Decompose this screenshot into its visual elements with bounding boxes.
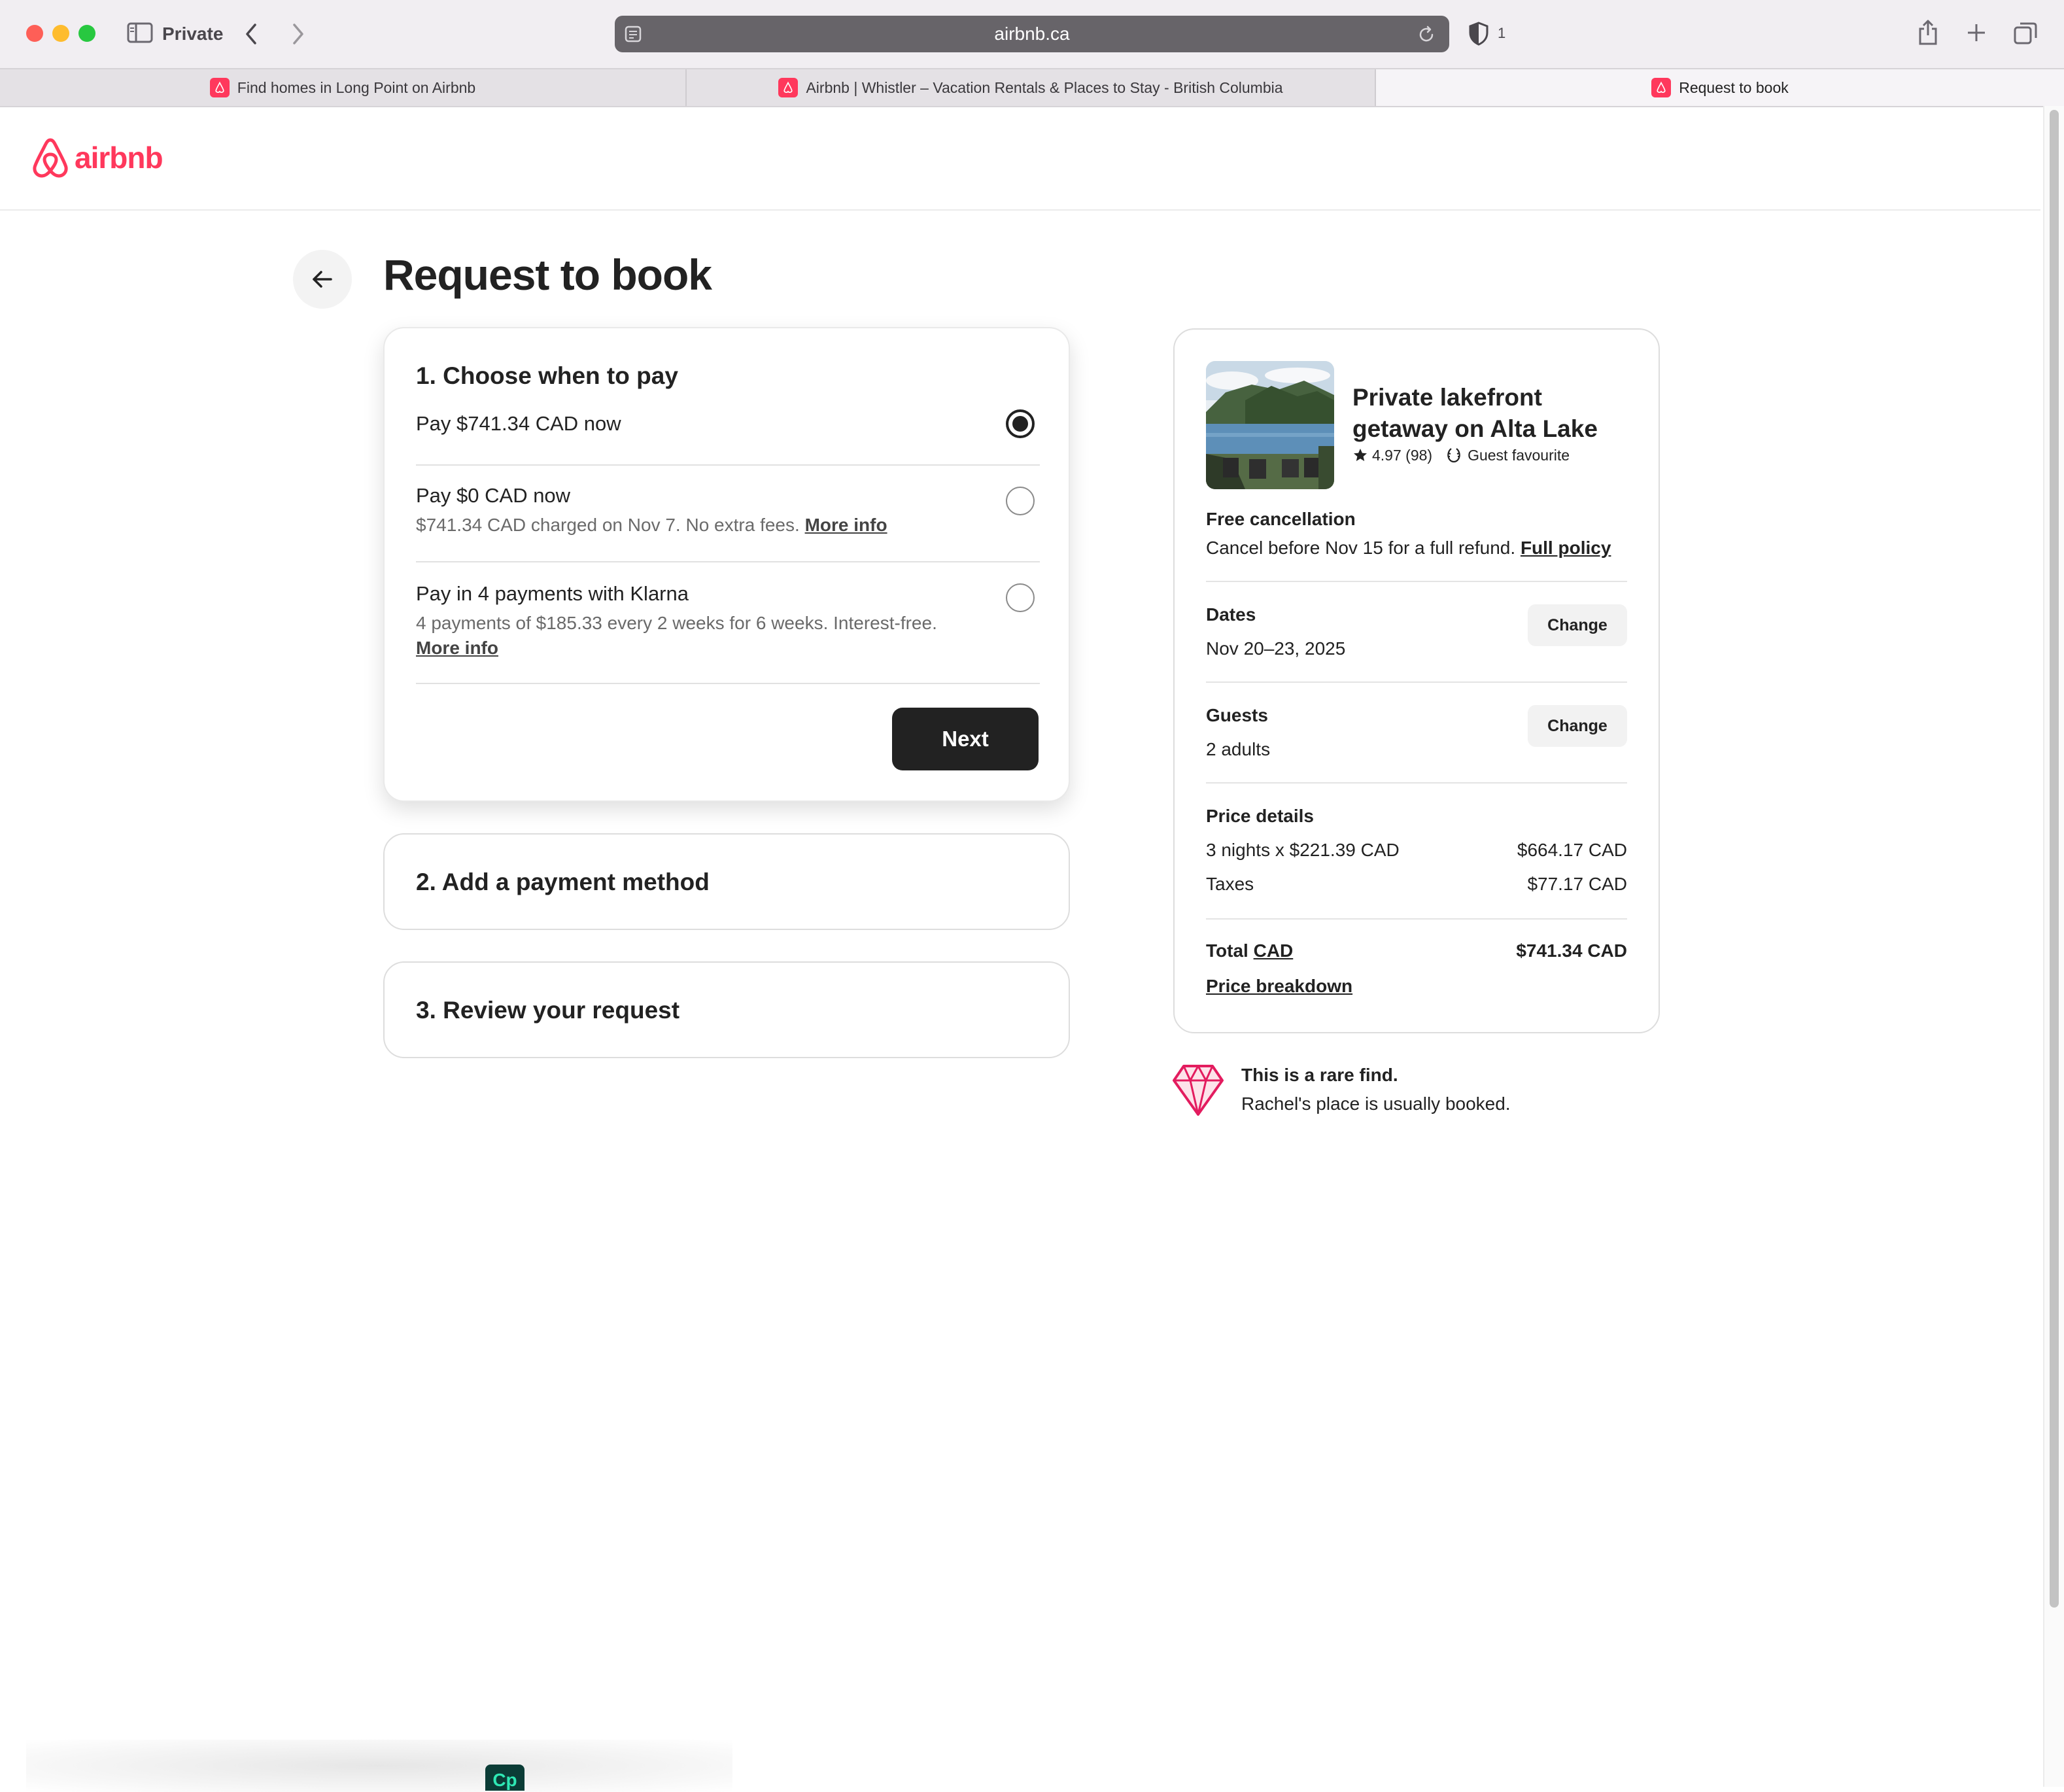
price-breakdown-link[interactable]: Price breakdown	[1206, 973, 1352, 999]
tab-label: Find homes in Long Point on Airbnb	[237, 78, 476, 96]
dates-value: Nov 20–23, 2025	[1206, 638, 1346, 659]
back-button[interactable]	[293, 250, 352, 309]
tab-long-point[interactable]: Find homes in Long Point on Airbnb	[0, 69, 687, 106]
step-title: 1. Choose when to pay	[416, 362, 678, 389]
nightly-line-amount: $664.17 CAD	[1517, 840, 1627, 860]
back-arrow-icon	[313, 271, 332, 288]
divider	[1206, 581, 1627, 582]
pay-full-radio[interactable]	[1006, 409, 1035, 438]
airbnb-favicon-icon	[209, 78, 230, 97]
back-chevron-icon[interactable]	[243, 22, 259, 46]
tab-strip: Find homes in Long Point on Airbnb Airbn…	[0, 68, 2064, 107]
cancellation-text: Cancel before Nov 15 for a full refund. …	[1206, 535, 1611, 561]
diamond-icon	[1173, 1065, 1224, 1116]
airbnb-favicon-icon	[1651, 78, 1672, 97]
browser-toolbar: Private airbnb.ca 1	[0, 0, 2064, 68]
more-info-link[interactable]: More info	[805, 515, 887, 535]
option-label: Pay in 4 payments with Klarna	[416, 582, 689, 605]
address-bar[interactable]: airbnb.ca	[615, 16, 1449, 52]
guests-label: Guests	[1206, 705, 1268, 725]
tab-whistler[interactable]: Airbnb | Whistler – Vacation Rentals & P…	[687, 69, 1376, 106]
tab-label: Airbnb | Whistler – Vacation Rentals & P…	[806, 78, 1283, 96]
minimize-window-button[interactable]	[52, 25, 69, 42]
airbnb-logo[interactable]: airbnb	[30, 135, 163, 181]
divider	[1206, 782, 1627, 784]
pay-option-klarna[interactable]: Pay in 4 payments with Klarna 4 payments…	[416, 579, 1040, 671]
new-tab-icon[interactable]	[1966, 22, 1987, 43]
cancellation-description: Cancel before Nov 15 for a full refund.	[1206, 538, 1516, 558]
page-title: Request to book	[383, 250, 712, 299]
total-amount: $741.34 CAD	[1516, 940, 1627, 961]
currency-link[interactable]: CAD	[1254, 940, 1294, 961]
divider	[1206, 918, 1627, 920]
pay-option-later[interactable]: Pay $0 CAD now $741.34 CAD charged on No…	[416, 481, 1040, 560]
airbnb-logo-icon	[33, 138, 68, 178]
taxes-amount: $77.17 CAD	[1527, 874, 1627, 894]
booking-summary-card: Private lakefront getaway on Alta Lake 4…	[1173, 328, 1660, 1033]
badge-text: Guest favourite	[1468, 447, 1570, 464]
tab-overview-icon[interactable]	[2013, 21, 2038, 46]
star-icon	[1354, 449, 1367, 461]
divider	[1206, 681, 1627, 683]
step-add-payment-method[interactable]: 2. Add a payment method	[383, 833, 1070, 930]
rare-find-title: This is a rare find.	[1241, 1065, 1398, 1085]
rating-text: 4.97 (98)	[1372, 447, 1433, 464]
listing-photo[interactable]	[1206, 361, 1334, 489]
step-review-request[interactable]: 3. Review your request	[383, 961, 1070, 1058]
more-info-link[interactable]: More info	[416, 638, 498, 658]
step-title: 2. Add a payment method	[416, 869, 710, 895]
divider	[416, 464, 1040, 466]
total-label: Total CAD	[1206, 938, 1293, 964]
shield-icon[interactable]	[1468, 21, 1490, 46]
forward-chevron-icon[interactable]	[290, 22, 306, 46]
scrollbar-thumb[interactable]	[2050, 110, 2059, 1608]
next-button[interactable]: Next	[892, 708, 1039, 770]
pay-option-full[interactable]: Pay $741.34 CAD now	[416, 407, 1040, 472]
listing-rating: 4.97 (98) Guest favourite	[1352, 445, 1570, 466]
full-policy-link[interactable]: Full policy	[1521, 538, 1611, 558]
private-mode-label: Private	[162, 24, 224, 44]
dock-app-icon[interactable]: Cp	[485, 1765, 525, 1791]
taxes-label: Taxes	[1206, 874, 1254, 894]
divider	[416, 561, 1040, 562]
divider	[416, 683, 1040, 684]
tracker-count: 1	[1498, 25, 1506, 41]
option-description: 4 payments of $185.33 every 2 weeks for …	[416, 611, 978, 661]
zoom-window-button[interactable]	[78, 25, 95, 42]
laurel-icon	[1447, 448, 1460, 463]
site-header: airbnb	[0, 106, 2040, 211]
pay-klarna-radio[interactable]	[1006, 583, 1035, 612]
change-dates-button[interactable]: Change	[1528, 604, 1627, 646]
dock-shadow	[26, 1740, 732, 1792]
dates-label: Dates	[1206, 604, 1256, 625]
option-label: Pay $741.34 CAD now	[416, 412, 621, 435]
option-label: Pay $0 CAD now	[416, 484, 571, 507]
pay-later-radio[interactable]	[1006, 487, 1035, 515]
step-choose-when-to-pay: 1. Choose when to pay Pay $741.34 CAD no…	[383, 327, 1070, 802]
listing-title: Private lakefront getaway on Alta Lake	[1352, 384, 1598, 442]
total-text: Total	[1206, 940, 1248, 961]
reload-icon[interactable]	[1417, 25, 1436, 44]
nightly-line-label: 3 nights x $221.39 CAD	[1206, 840, 1400, 860]
tab-request-to-book[interactable]: Request to book	[1376, 69, 2064, 106]
sidebar-icon[interactable]	[127, 22, 153, 43]
rare-find-text: Rachel's place is usually booked.	[1241, 1094, 1511, 1114]
share-icon[interactable]	[1916, 18, 1940, 46]
logo-text: airbnb	[75, 141, 163, 175]
change-guests-button[interactable]: Change	[1528, 705, 1627, 747]
price-details-label: Price details	[1206, 806, 1314, 826]
step-title: 3. Review your request	[416, 997, 680, 1024]
cancellation-title: Free cancellation	[1206, 509, 1356, 529]
tab-label: Request to book	[1679, 78, 1789, 96]
url-text: airbnb.ca	[994, 24, 1070, 44]
close-window-button[interactable]	[26, 25, 43, 42]
option-description: $741.34 CAD charged on Nov 7. No extra f…	[416, 513, 887, 538]
option-sub-text: 4 payments of $185.33 every 2 weeks for …	[416, 613, 937, 633]
airbnb-favicon-icon	[778, 78, 799, 97]
lake-photo	[1206, 361, 1334, 489]
guests-value: 2 adults	[1206, 739, 1271, 759]
option-sub-text: $741.34 CAD charged on Nov 7. No extra f…	[416, 515, 800, 535]
